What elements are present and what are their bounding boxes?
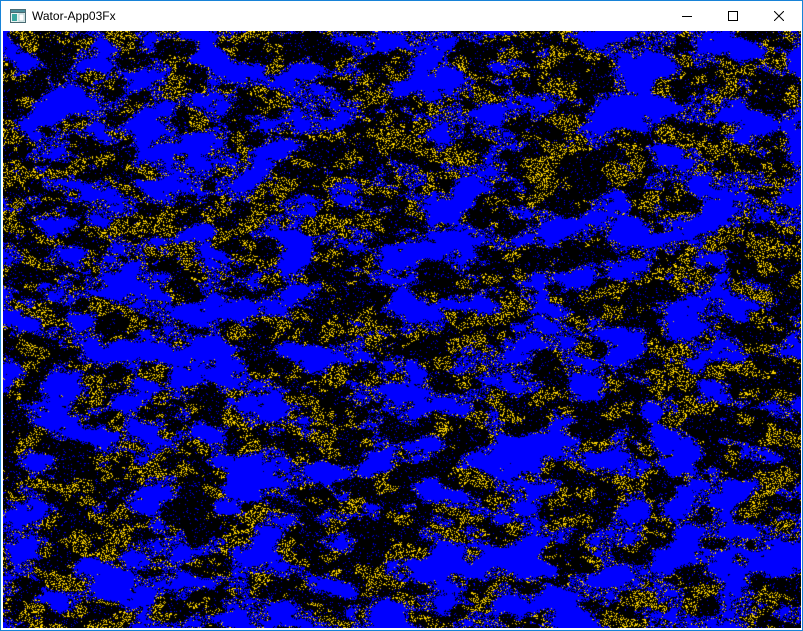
minimize-button[interactable] <box>664 1 710 31</box>
minimize-icon <box>682 16 692 17</box>
close-icon <box>774 11 784 21</box>
maximize-icon <box>728 11 738 21</box>
title-bar[interactable]: Wator-App03Fx <box>1 1 802 31</box>
maximize-button[interactable] <box>710 1 756 31</box>
wator-simulation-canvas <box>3 31 801 628</box>
simulation-canvas-area <box>3 31 801 628</box>
close-button[interactable] <box>756 1 802 31</box>
app-window: Wator-App03Fx <box>0 0 803 631</box>
app-window-icon[interactable] <box>10 8 26 24</box>
window-title: Wator-App03Fx <box>32 9 116 23</box>
